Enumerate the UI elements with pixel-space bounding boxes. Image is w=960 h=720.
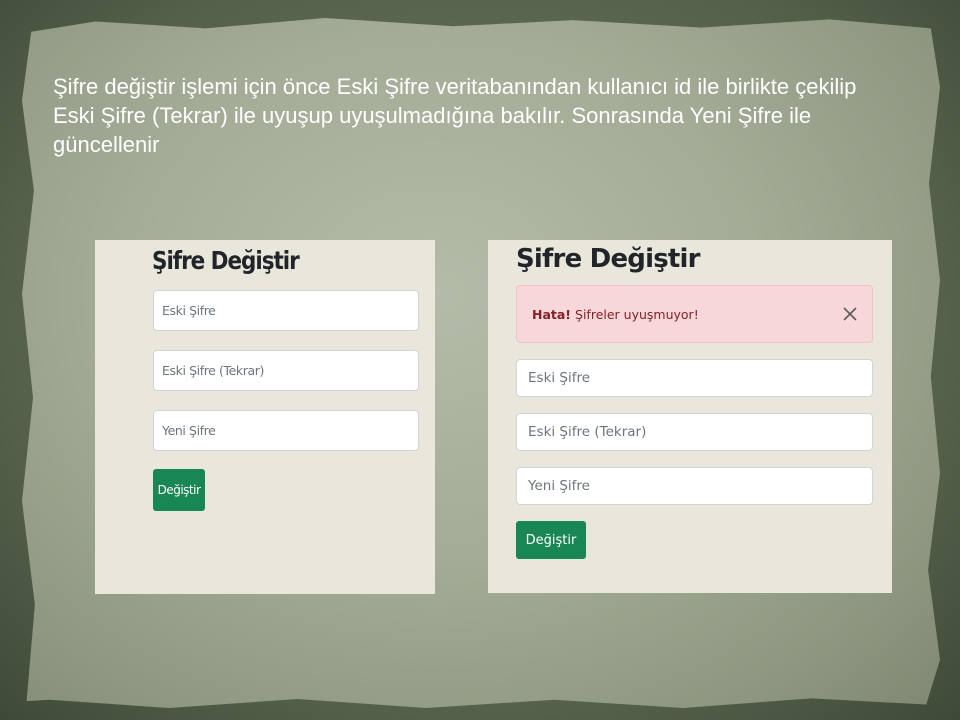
- error-alert: Hata! Şifreler uyuşmuyor!: [516, 285, 873, 343]
- alert-message: Şifreler uyuşmuyor!: [575, 306, 699, 322]
- slide-caption: Şifre değiştir işlemi için önce Eski Şif…: [53, 74, 857, 157]
- new-password-placeholder: Yeni Şifre: [528, 478, 590, 494]
- old-password-repeat-placeholder: Eski Şifre (Tekrar): [528, 424, 647, 440]
- old-password-placeholder: Eski Şifre: [528, 370, 591, 386]
- password-form-screenshot-initial: Şifre Değiştir Eski Şifre Eski Şifre (Te…: [95, 240, 435, 594]
- form-title: Şifre Değiştir: [152, 246, 300, 275]
- old-password-repeat-placeholder: Eski Şifre (Tekrar): [162, 363, 264, 378]
- old-password-placeholder: Eski Şifre: [162, 303, 216, 318]
- password-form-screenshot-error: Şifre Değiştir Hata! Şifreler uyuşmuyor!…: [488, 240, 892, 593]
- form-title: Şifre Değiştir: [516, 244, 700, 274]
- new-password-placeholder: Yeni Şifre: [162, 423, 216, 438]
- change-password-button[interactable]: Değiştir: [516, 521, 586, 559]
- old-password-repeat-field[interactable]: Eski Şifre (Tekrar): [153, 350, 419, 391]
- old-password-repeat-field[interactable]: Eski Şifre (Tekrar): [516, 413, 873, 451]
- old-password-field[interactable]: Eski Şifre: [153, 290, 419, 331]
- new-password-field[interactable]: Yeni Şifre: [153, 410, 419, 451]
- alert-strong-text: Hata!: [532, 306, 572, 322]
- old-password-field[interactable]: Eski Şifre: [516, 359, 873, 397]
- close-icon[interactable]: [840, 304, 860, 324]
- change-password-button[interactable]: Değiştir: [153, 469, 205, 511]
- new-password-field[interactable]: Yeni Şifre: [516, 467, 873, 505]
